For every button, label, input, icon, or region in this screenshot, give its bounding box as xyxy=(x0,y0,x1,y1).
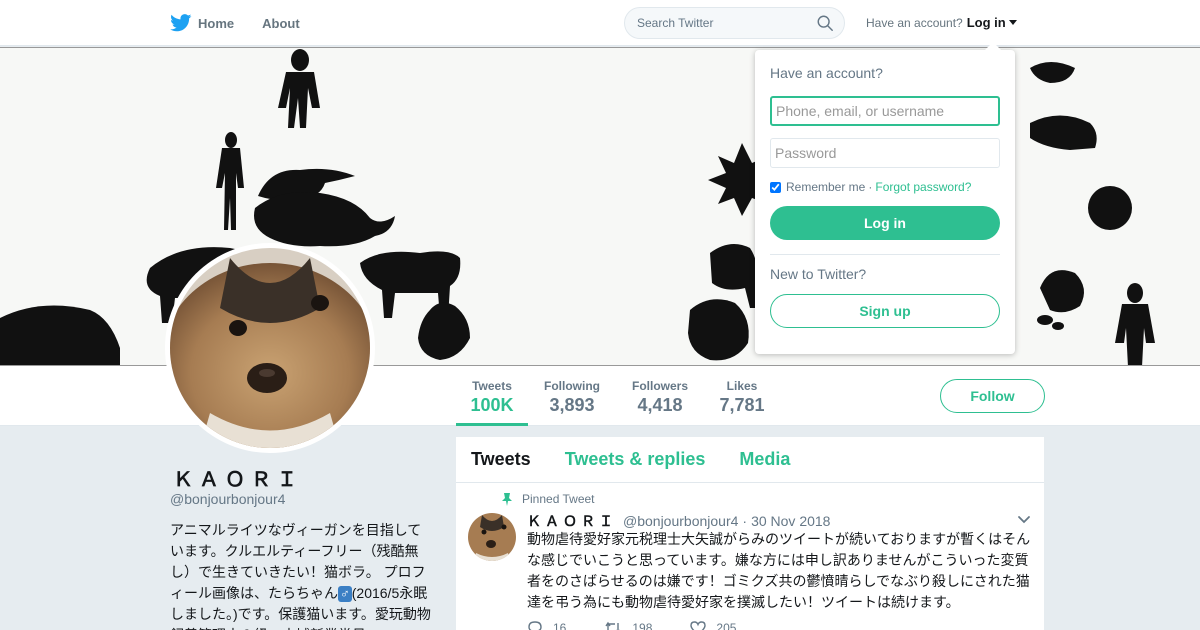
stat-value: 7,781 xyxy=(719,395,765,415)
profile-avatar[interactable] xyxy=(165,243,375,453)
profile-bio: アニマルライツなヴィーガンを目指しています。クルエルティーフリー（残酷無し）で生… xyxy=(170,520,432,630)
retweet-icon xyxy=(605,621,621,630)
tweet-date[interactable]: 30 Nov 2018 xyxy=(751,513,830,529)
dropdown-divider xyxy=(770,254,1000,255)
stat-label: Followers xyxy=(631,379,688,393)
search-input[interactable] xyxy=(637,16,816,30)
male-sign-emoji: ♂ xyxy=(338,586,352,602)
reply-count: 16 xyxy=(553,621,567,630)
like-count: 205 xyxy=(716,621,737,630)
like-button[interactable]: 205 xyxy=(690,621,736,630)
tweet-author-handle[interactable]: @bonjourbonjour4 xyxy=(623,513,738,529)
profile-handle[interactable]: @bonjourbonjour4 xyxy=(170,491,285,507)
login-link-label: Log in xyxy=(966,15,1006,30)
tweet-author-name[interactable]: ＫＡＯＲＩ xyxy=(527,511,617,531)
remember-me-label: Remember me xyxy=(786,180,866,194)
twitter-bird-icon xyxy=(170,14,192,32)
tweet-header: ＫＡＯＲＩ @bonjourbonjour4 · 30 Nov 2018 xyxy=(527,511,830,531)
stat-followers[interactable]: Followers 4,418 xyxy=(626,366,694,426)
tweet-separator: · xyxy=(742,513,748,529)
pinned-tweet[interactable]: Pinned Tweet ＫＡＯＲＩ @bonjourbonjour4 · 30… xyxy=(456,437,1044,630)
profile-name: ＫＡＯＲＩ xyxy=(173,469,303,491)
forgot-password-link[interactable]: Forgot password? xyxy=(875,180,971,194)
top-navigation: Home About Have an account? Log in xyxy=(0,0,1200,46)
pinned-label: Pinned Tweet xyxy=(522,492,595,506)
about-link[interactable]: About xyxy=(262,16,300,31)
login-dropdown: Have an account? Remember me · Forgot pa… xyxy=(755,42,1015,354)
stat-label: Following xyxy=(544,379,600,393)
login-dropdown-toggle[interactable]: Log in xyxy=(967,15,1017,30)
tweet-actions: 16 198 205 xyxy=(527,621,774,630)
tweet-avatar[interactable] xyxy=(468,513,516,561)
retweet-count: 198 xyxy=(632,621,653,630)
stat-label: Tweets xyxy=(472,379,512,393)
pinned-label-row: Pinned Tweet xyxy=(502,492,595,506)
retweet-button[interactable]: 198 xyxy=(604,621,652,630)
home-link[interactable]: Home xyxy=(170,14,234,32)
dropdown-title: Have an account? xyxy=(770,65,883,81)
reply-button[interactable]: 16 xyxy=(527,621,566,630)
stat-likes[interactable]: Likes 7,781 xyxy=(716,366,768,426)
username-input[interactable] xyxy=(770,96,1000,126)
nav-left: Home About xyxy=(170,0,328,46)
stat-label: Likes xyxy=(726,379,758,393)
stat-value: 100K xyxy=(470,395,514,415)
about-label: About xyxy=(262,15,300,31)
remember-row: Remember me · Forgot password? xyxy=(770,180,1000,194)
stat-value: 4,418 xyxy=(637,395,683,415)
new-to-twitter-text: New to Twitter? xyxy=(770,266,867,282)
chevron-down-icon[interactable] xyxy=(1017,515,1031,525)
account-prompt-text: Have an account? xyxy=(866,15,963,30)
stat-tweets[interactable]: Tweets 100K xyxy=(456,366,528,426)
account-prompt: Have an account? Log in xyxy=(866,15,1017,30)
search-icon[interactable] xyxy=(816,14,834,32)
password-input[interactable] xyxy=(770,138,1000,168)
stat-following[interactable]: Following 3,893 xyxy=(540,366,604,426)
stat-value: 3,893 xyxy=(549,395,595,415)
remember-separator: · xyxy=(868,180,873,194)
signup-button[interactable]: Sign up xyxy=(770,294,1000,328)
tweet-text: 動物虐待愛好家元税理士大矢誠がらみのツイートが続いておりますが暫くはそんな感じで… xyxy=(527,531,1031,610)
heart-icon xyxy=(690,621,707,630)
tweet-avatar-image xyxy=(468,513,516,561)
reply-icon xyxy=(528,621,542,630)
pin-icon xyxy=(502,492,512,506)
follow-button[interactable]: Follow xyxy=(940,379,1045,413)
caret-down-icon xyxy=(1008,20,1017,25)
avatar-image xyxy=(170,248,370,448)
home-label: Home xyxy=(198,15,235,31)
login-button[interactable]: Log in xyxy=(770,206,1000,240)
search-box xyxy=(624,7,845,39)
remember-me-checkbox[interactable] xyxy=(770,181,781,193)
